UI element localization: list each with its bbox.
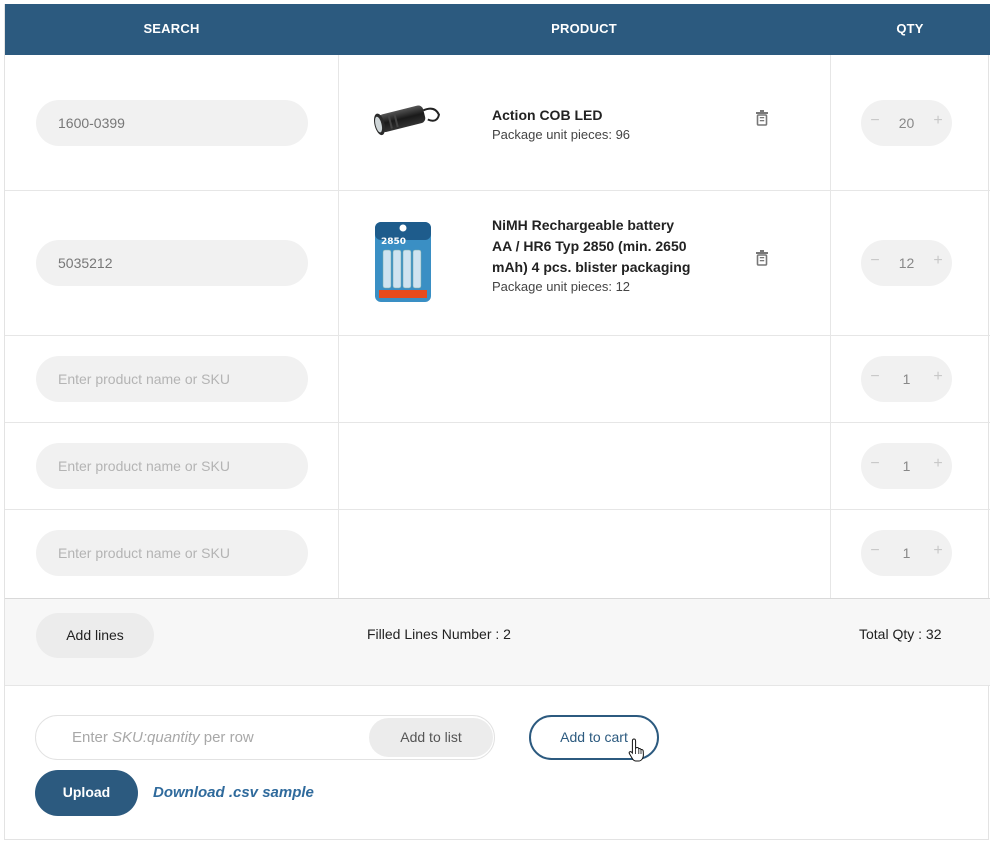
search-input[interactable] — [36, 100, 308, 146]
total-qty: Total Qty : 32 — [859, 626, 942, 642]
plus-icon[interactable]: + — [931, 368, 945, 388]
quantity-value[interactable]: 12 — [891, 240, 922, 286]
quantity-value[interactable]: 20 — [891, 100, 922, 146]
table-row: − 1 + — [5, 336, 990, 423]
quantity-stepper: − 1 + — [861, 530, 952, 576]
search-input[interactable] — [36, 240, 308, 286]
quantity-stepper: − 12 + — [861, 240, 952, 286]
product-name[interactable]: Action COB LED — [492, 105, 692, 126]
filled-lines-count: Filled Lines Number : 2 — [367, 626, 511, 642]
order-summary: Add lines Filled Lines Number : 2 Total … — [5, 598, 990, 686]
add-to-list-button[interactable]: Add to list — [369, 718, 493, 757]
minus-icon[interactable]: − — [868, 542, 882, 562]
svg-text:2850: 2850 — [381, 237, 406, 247]
column-header-search: SEARCH — [143, 21, 200, 36]
search-input[interactable] — [36, 443, 308, 489]
bulk-placeholder: Enter SKU:quantity per row — [72, 729, 254, 746]
minus-icon[interactable]: − — [868, 455, 882, 475]
quantity-stepper: − 1 + — [861, 356, 952, 402]
search-input[interactable] — [36, 530, 308, 576]
product-info: Action COB LED Package unit pieces: 96 — [492, 105, 692, 142]
column-header-qty: QTY — [896, 21, 924, 36]
quantity-value[interactable]: 1 — [891, 443, 922, 489]
trash-icon[interactable] — [755, 250, 769, 266]
table-row: − 1 + — [5, 423, 990, 510]
package-unit: Package unit pieces: 12 — [492, 279, 631, 294]
pointer-cursor-icon — [628, 738, 644, 762]
upload-button[interactable]: Upload — [35, 770, 138, 816]
trash-icon[interactable] — [755, 110, 769, 126]
minus-icon[interactable]: − — [868, 112, 882, 132]
plus-icon[interactable]: + — [931, 112, 945, 132]
minus-icon[interactable]: − — [868, 368, 882, 388]
table-row: 2850 NiMH Rechargeable battery AA / HR6 … — [5, 191, 990, 336]
quantity-value[interactable]: 1 — [891, 356, 922, 402]
quantity-value[interactable]: 1 — [891, 530, 922, 576]
plus-icon[interactable]: + — [931, 455, 945, 475]
table-header: SEARCH PRODUCT QTY — [5, 4, 990, 55]
package-unit: Package unit pieces: 96 — [492, 127, 631, 142]
table-row: Action COB LED Package unit pieces: 96 −… — [5, 55, 990, 191]
plus-icon[interactable]: + — [931, 252, 945, 272]
download-csv-sample-link[interactable]: Download .csv sample — [153, 784, 314, 801]
column-header-product: PRODUCT — [551, 21, 617, 36]
quantity-stepper: − 1 + — [861, 443, 952, 489]
bulk-sku-input[interactable]: Enter SKU:quantity per row Add to list — [35, 715, 495, 760]
minus-icon[interactable]: − — [868, 252, 882, 272]
add-lines-button[interactable]: Add lines — [36, 613, 154, 658]
flashlight-image — [373, 105, 441, 136]
battery-pack-image: 2850 — [375, 222, 431, 302]
search-input[interactable] — [36, 356, 308, 402]
table-row: − 1 + — [5, 510, 990, 598]
plus-icon[interactable]: + — [931, 542, 945, 562]
quantity-stepper: − 20 + — [861, 100, 952, 146]
product-name[interactable]: NiMH Rechargeable battery AA / HR6 Typ 2… — [492, 215, 692, 278]
product-info: NiMH Rechargeable battery AA / HR6 Typ 2… — [492, 215, 692, 294]
